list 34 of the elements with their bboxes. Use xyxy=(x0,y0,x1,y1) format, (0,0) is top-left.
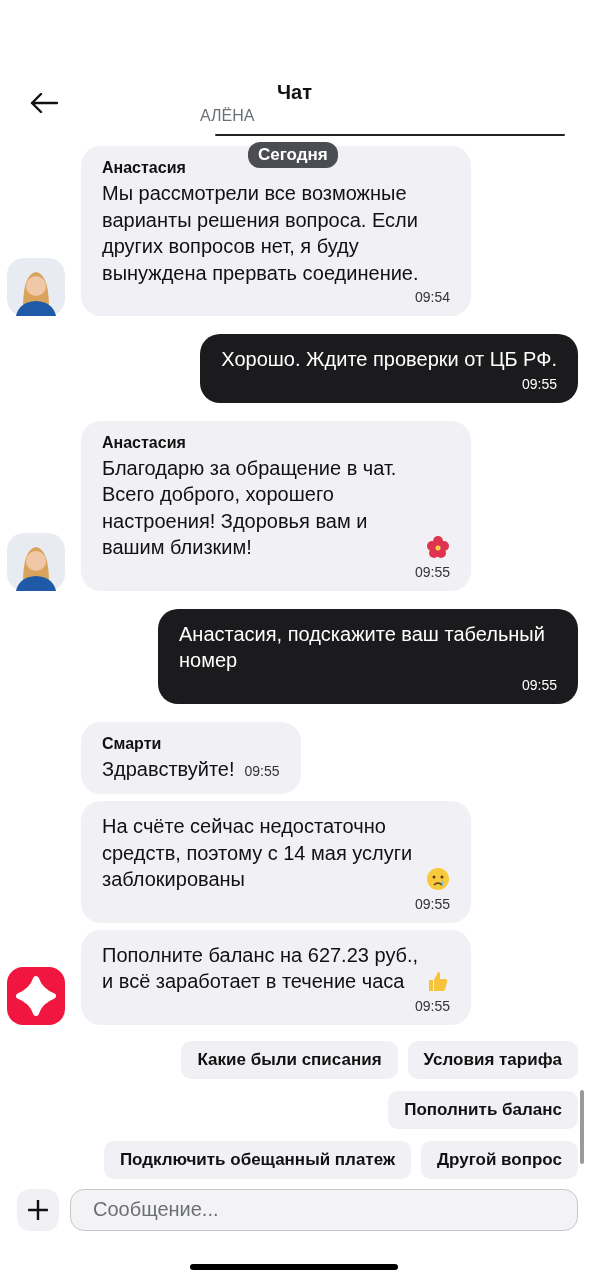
sender-name: Анастасия xyxy=(102,158,187,178)
back-arrow-icon[interactable] xyxy=(30,93,58,113)
avatar xyxy=(6,258,65,316)
message-time: 09:55 xyxy=(521,676,557,693)
sender-name: Смарти xyxy=(102,733,163,754)
message-text: Пополните баланс на 627.23 руб., и всё заработает в течение часа xyxy=(102,942,420,994)
message-time: 09:55 xyxy=(521,375,557,392)
chat-title: Чат xyxy=(277,80,312,104)
crying-face-icon xyxy=(426,866,450,891)
message-input-field[interactable]: Сообщение... xyxy=(70,1188,578,1231)
message-text: Мы рассмотрели все возможные варианты решения вопроса. Если других вопросов нет, я буду вынуждена прервать соединение. xyxy=(102,181,420,286)
message-text: Хорошо. Ждите проверки от ЦБ РФ. xyxy=(221,347,557,372)
message-text: Анастасия, подскажите ваш табельный номер xyxy=(179,621,546,673)
quick-reply-button[interactable]: Условия тарифа xyxy=(407,1040,578,1079)
add-button[interactable] xyxy=(17,1188,59,1231)
plus-icon xyxy=(27,1198,49,1221)
avatar xyxy=(6,532,65,591)
message-text: Благодарю за обращение в чат. Всего доброго, хорошего настроения! Здоровья вам и вашим близким! xyxy=(102,455,398,560)
message-time: 09:55 xyxy=(414,895,450,912)
flower-icon xyxy=(426,534,450,559)
quick-reply-button[interactable]: Другой вопрос xyxy=(420,1140,578,1179)
message-time: 09:54 xyxy=(414,289,450,305)
sender-name: Анастасия xyxy=(102,432,187,453)
quick-reply-button[interactable]: Какие были списания xyxy=(181,1040,398,1079)
message-text: На счёте сейчас недостаточно средств, поэтому с 14 мая услуги заблокированы xyxy=(102,814,414,892)
message-time: 09:55 xyxy=(414,563,450,580)
logo-icon xyxy=(6,966,65,1025)
contact-name: АЛЁНА xyxy=(200,106,256,126)
message-time: 09:55 xyxy=(244,761,280,781)
quick-reply-button[interactable]: Пополнить баланс xyxy=(388,1090,578,1129)
message-text: Здравствуйте! xyxy=(102,756,235,782)
message-time: 09:55 xyxy=(414,997,450,1014)
date-badge: Сегодня xyxy=(248,142,338,168)
quick-reply-button[interactable]: Подключить обещанный платеж xyxy=(103,1140,411,1179)
